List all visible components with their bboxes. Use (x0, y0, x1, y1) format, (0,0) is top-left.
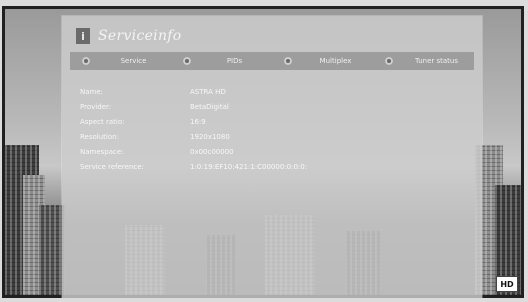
tab-label: Multiplex (319, 57, 352, 65)
info-row-provider: Provider: BetaDigital (80, 99, 460, 114)
info-value: 0x00c00000 (190, 147, 234, 156)
info-row-name: Name: ASTRA HD (80, 84, 460, 99)
info-value: 1:0:19:EF10:421:1:C00000:0:0:0: (190, 162, 308, 171)
info-label: Aspect ratio: (80, 117, 125, 126)
info-label: Name: (80, 87, 104, 96)
info-label: Service reference: (80, 162, 144, 171)
tab-bar: Service PIDs Multiplex Tuner status (70, 52, 474, 70)
info-label: Resolution: (80, 132, 119, 141)
tab-multiplex[interactable]: Multiplex (272, 57, 373, 65)
info-row-namespace: Namespace: 0x00c00000 (80, 144, 460, 159)
info-list: Name: ASTRA HD Provider: BetaDigital Asp… (80, 84, 460, 174)
radio-dot-icon (183, 57, 191, 65)
info-value: 1920x1080 (190, 132, 230, 141)
info-label: Namespace: (80, 147, 124, 156)
info-row-resolution: Resolution: 1920x1080 (80, 129, 460, 144)
info-label: Provider: (80, 102, 112, 111)
radio-dot-icon (82, 57, 90, 65)
radio-dot-icon (284, 57, 292, 65)
tab-label: Service (120, 57, 147, 65)
tab-tuner-status[interactable]: Tuner status (373, 57, 474, 65)
page-title: Serviceinfo (98, 28, 182, 44)
tab-service[interactable]: Service (70, 57, 171, 65)
info-value: ASTRA HD (190, 87, 226, 96)
tab-label: Tuner status (414, 57, 458, 65)
tv-screen: i Serviceinfo Service PIDs Multiplex Tun… (0, 0, 528, 302)
video-frame: i Serviceinfo Service PIDs Multiplex Tun… (2, 6, 524, 298)
info-row-service-reference: Service reference: 1:0:19:EF10:421:1:C00… (80, 159, 460, 174)
tab-pids[interactable]: PIDs (171, 57, 272, 65)
info-value: 16:9 (190, 117, 206, 126)
radio-dot-icon (385, 57, 393, 65)
info-row-aspect-ratio: Aspect ratio: 16:9 (80, 114, 460, 129)
hd-badge: HD (496, 276, 518, 292)
panel-header: i Serviceinfo (76, 24, 182, 48)
serviceinfo-panel: i Serviceinfo Service PIDs Multiplex Tun… (62, 16, 482, 298)
tab-label: PIDs (226, 57, 243, 65)
info-value: BetaDigital (190, 102, 229, 111)
info-icon: i (76, 28, 90, 44)
